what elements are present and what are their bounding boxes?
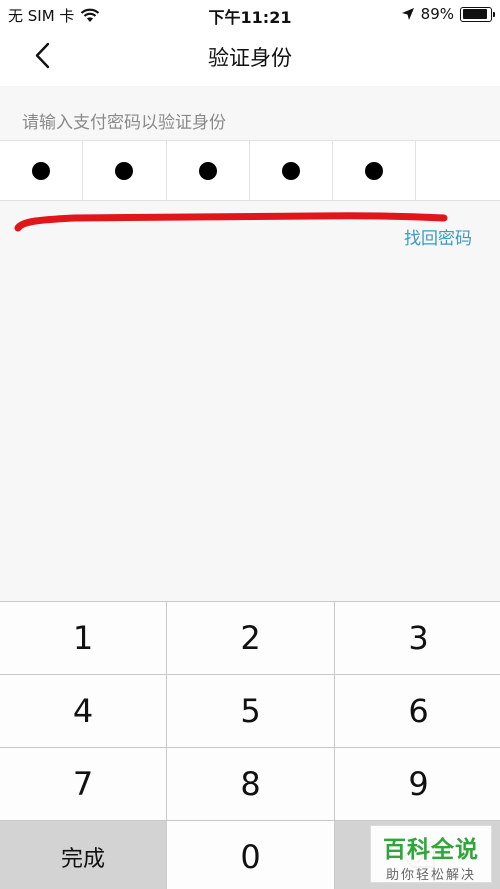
key-9[interactable]: 9 bbox=[335, 748, 500, 820]
back-arrow-icon bbox=[35, 42, 50, 69]
pin-input[interactable] bbox=[0, 140, 500, 201]
done-button[interactable]: 完成 bbox=[0, 821, 166, 889]
pin-dot bbox=[282, 161, 301, 180]
pin-dot bbox=[365, 161, 384, 180]
pin-cell bbox=[250, 141, 334, 200]
pin-cell bbox=[83, 141, 167, 200]
watermark-logo: 百科全说 助你轻松解决 bbox=[370, 825, 492, 883]
nav-bar: 验证身份 bbox=[0, 28, 500, 86]
pin-cell bbox=[333, 141, 417, 200]
password-prompt: 请输入支付密码以验证身份 bbox=[22, 113, 226, 133]
red-underline-stroke bbox=[14, 212, 448, 232]
pin-cell bbox=[0, 141, 84, 200]
key-2[interactable]: 2 bbox=[167, 602, 334, 674]
pin-dot bbox=[198, 161, 217, 180]
status-bar: 无 SIM 卡 下午11:21 89% bbox=[0, 0, 500, 28]
forgot-password-link[interactable]: 找回密码 bbox=[404, 224, 472, 249]
location-icon bbox=[401, 8, 414, 20]
key-3[interactable]: 3 bbox=[335, 602, 500, 674]
page-title: 验证身份 bbox=[208, 46, 292, 70]
pin-dot bbox=[115, 161, 134, 180]
status-right: 89% bbox=[401, 5, 495, 23]
watermark-sub: 助你轻松解决 bbox=[385, 868, 476, 883]
watermark-main: 百科全说 bbox=[383, 837, 479, 863]
key-5[interactable]: 5 bbox=[167, 675, 334, 747]
battery-icon bbox=[460, 6, 495, 22]
back-button[interactable] bbox=[28, 40, 60, 72]
key-8[interactable]: 8 bbox=[167, 748, 334, 820]
pin-dot bbox=[32, 161, 51, 180]
battery-fill bbox=[462, 9, 487, 19]
key-4[interactable]: 4 bbox=[0, 675, 166, 747]
key-1[interactable]: 1 bbox=[0, 602, 166, 674]
battery-percent: 89% bbox=[420, 5, 454, 23]
key-6[interactable]: 6 bbox=[335, 675, 500, 747]
key-7[interactable]: 7 bbox=[0, 748, 166, 820]
pin-cell bbox=[416, 141, 499, 200]
key-0[interactable]: 0 bbox=[167, 821, 334, 889]
pin-cell bbox=[167, 141, 250, 200]
